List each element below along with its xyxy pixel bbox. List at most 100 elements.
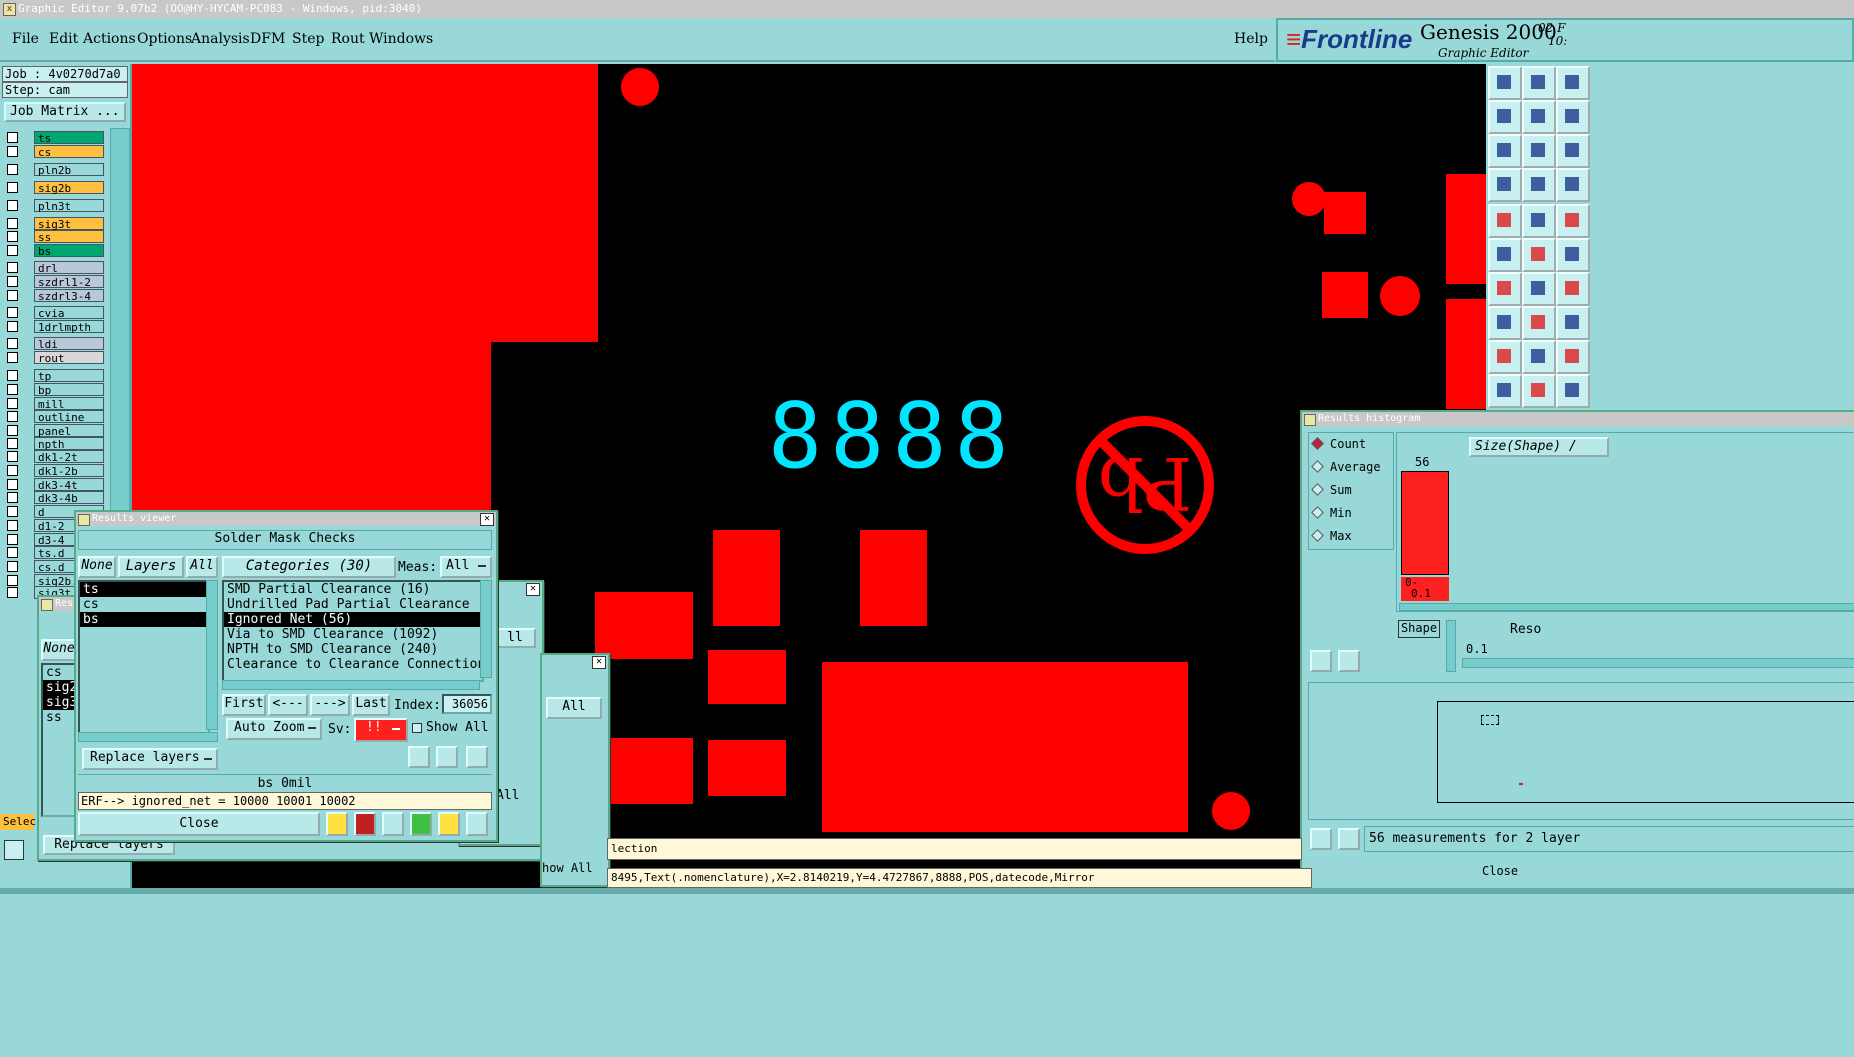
refresh-icon[interactable]	[1338, 828, 1360, 850]
refresh-icon[interactable]	[1338, 650, 1360, 672]
layer-row[interactable]: ldi	[4, 337, 106, 351]
layer-row[interactable]: rout	[4, 351, 106, 365]
tool-button[interactable]	[1522, 238, 1556, 272]
layer-checkbox[interactable]	[7, 132, 18, 143]
layer-row[interactable]: panel	[4, 424, 106, 438]
bg-all-button-2[interactable]: All	[546, 697, 602, 719]
undo-icon[interactable]	[466, 746, 488, 768]
auto-zoom-select[interactable]: Auto Zoom	[226, 718, 322, 740]
layer-checkbox[interactable]	[7, 506, 18, 517]
layer-name[interactable]: mill	[34, 397, 104, 411]
tool-button[interactable]	[1522, 340, 1556, 374]
layer-row[interactable]: cvia	[4, 306, 106, 320]
result-layer-item[interactable]: bs	[80, 612, 208, 627]
layer-checkbox[interactable]	[7, 561, 18, 572]
category-item[interactable]: Clearance to Clearance Connection	[224, 657, 482, 672]
layer-results-list[interactable]: ts cs bs	[78, 580, 210, 734]
layer-name[interactable]: szdrl1-2	[34, 275, 104, 289]
layer-row[interactable]: outline	[4, 410, 106, 424]
layer-checkbox[interactable]	[7, 370, 18, 381]
layer-row[interactable]: npth	[4, 437, 106, 451]
show-all-checkbox[interactable]	[412, 723, 422, 733]
tool-button[interactable]	[1556, 66, 1590, 100]
layer-name[interactable]: 1drlmpth	[34, 320, 104, 334]
next-button[interactable]: --->	[310, 694, 350, 716]
tool-button[interactable]	[1488, 374, 1522, 408]
layer-checkbox[interactable]	[7, 575, 18, 586]
layer-row[interactable]: mill	[4, 397, 106, 411]
histogram-icon[interactable]	[466, 812, 488, 836]
export-icon[interactable]	[410, 812, 432, 836]
layer-name[interactable]: dk1-2t	[34, 450, 104, 464]
layer-name[interactable]: cs	[34, 145, 104, 159]
histogram-mode-option[interactable]: Sum	[1311, 483, 1352, 497]
menu-analysis[interactable]: Analysis	[191, 31, 250, 47]
layer-checkbox[interactable]	[7, 547, 18, 558]
resolution-slider[interactable]	[1462, 658, 1854, 668]
layer-name[interactable]: ldi	[34, 337, 104, 351]
layer-checkbox[interactable]	[7, 384, 18, 395]
tool-button[interactable]	[1556, 238, 1590, 272]
layer-checkbox[interactable]	[7, 587, 18, 598]
categories-button[interactable]: Categories (30)	[222, 556, 396, 578]
corner-tool-icon[interactable]	[4, 840, 24, 860]
layer-name[interactable]: outline	[34, 410, 104, 424]
layer-list-hscrollbar[interactable]	[78, 732, 218, 742]
layer-checkbox[interactable]	[7, 182, 18, 193]
menu-windows[interactable]: Windows	[369, 31, 433, 47]
result-layer-item[interactable]: cs	[80, 597, 208, 612]
tool-button[interactable]	[1522, 134, 1556, 168]
layer-checkbox[interactable]	[7, 231, 18, 242]
layer-checkbox[interactable]	[7, 425, 18, 436]
menu-edit[interactable]: Edit	[49, 31, 78, 47]
tool-button[interactable]	[1488, 134, 1522, 168]
replace-layers-select[interactable]: Replace layers	[82, 748, 218, 770]
layer-name[interactable]: panel	[34, 424, 104, 438]
tool-button[interactable]	[1522, 306, 1556, 340]
histogram-close-fragment[interactable]: Close	[1482, 864, 1518, 878]
menu-help[interactable]: Help	[1234, 31, 1268, 47]
menu-dfm[interactable]: DFM	[250, 31, 285, 47]
layer-checkbox[interactable]	[7, 338, 18, 349]
layer-checkbox[interactable]	[7, 276, 18, 287]
result-layer-item[interactable]: ts	[80, 582, 208, 597]
layer-name[interactable]: cvia	[34, 306, 104, 320]
layer-checkbox[interactable]	[7, 411, 18, 422]
bg-all-button[interactable]: ll	[494, 628, 536, 648]
layer-name[interactable]: szdrl3-4	[34, 289, 104, 303]
close-icon[interactable]: ✕	[526, 583, 540, 596]
layer-name[interactable]: rout	[34, 351, 104, 365]
tool-button[interactable]	[1556, 204, 1590, 238]
all-layers-button[interactable]: All	[186, 556, 218, 578]
category-item[interactable]: Ignored Net (56)	[224, 612, 482, 627]
close-button[interactable]: Close	[78, 812, 320, 836]
delete-icon[interactable]	[408, 746, 430, 768]
category-item[interactable]: SMD Partial Clearance (16)	[224, 582, 482, 597]
layer-name[interactable]: dk1-2b	[34, 464, 104, 478]
size-shape-select[interactable]: Size(Shape) /	[1469, 437, 1609, 457]
layer-row[interactable]: pln3t	[4, 199, 106, 213]
layer-name[interactable]: ss	[34, 230, 104, 244]
layer-name[interactable]: pln2b	[34, 163, 104, 177]
tool-button[interactable]	[1522, 374, 1556, 408]
layer-row[interactable]: szdrl3-4	[4, 289, 106, 303]
layer-list-scrollbar[interactable]	[206, 580, 218, 730]
histogram-bar[interactable]	[1401, 471, 1449, 575]
category-item[interactable]: NPTH to SMD Clearance (240)	[224, 642, 482, 657]
tool-button[interactable]	[1522, 204, 1556, 238]
menu-step[interactable]: Step	[292, 31, 324, 47]
layer-name[interactable]: sig2b	[34, 181, 104, 195]
layer-name[interactable]: drl	[34, 261, 104, 275]
job-matrix-button[interactable]: Job Matrix ...	[4, 102, 126, 122]
notes-icon[interactable]	[438, 812, 460, 836]
prev-button[interactable]: <---	[268, 694, 308, 716]
close-icon[interactable]: ✕	[480, 513, 494, 526]
histogram-hscrollbar[interactable]	[1399, 603, 1854, 611]
bg-none-button[interactable]: None	[41, 639, 77, 661]
layer-checkbox[interactable]	[7, 451, 18, 462]
report-icon[interactable]	[326, 812, 348, 836]
layer-row[interactable]: dk3-4t	[4, 478, 106, 492]
layer-checkbox[interactable]	[7, 290, 18, 301]
category-hscrollbar[interactable]	[222, 680, 480, 690]
layer-row[interactable]: tp	[4, 369, 106, 383]
